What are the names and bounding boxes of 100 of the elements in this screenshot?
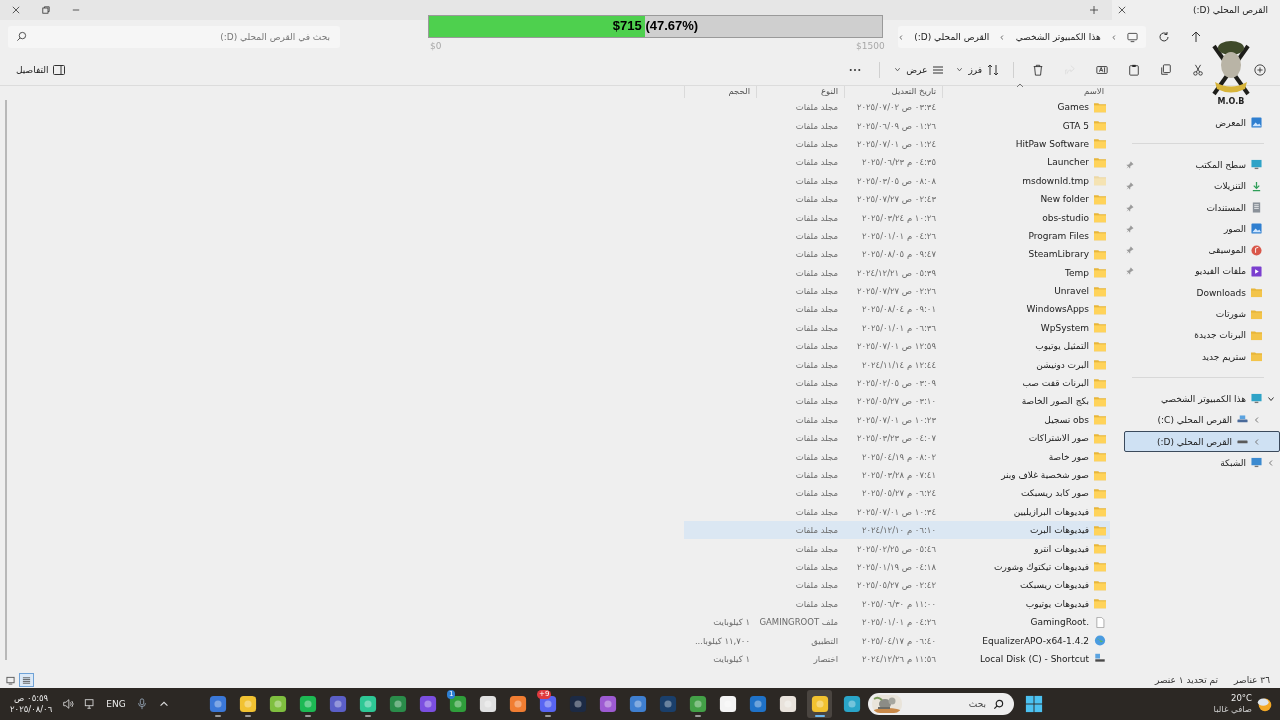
date-cell: ٠٣:١٠ ص ٢٠٢٥/٠٥/٢٧ bbox=[856, 396, 936, 407]
folder-icon bbox=[1094, 175, 1106, 187]
app-logo-icon bbox=[598, 695, 617, 713]
sidebar-item[interactable]: شورتات bbox=[1118, 303, 1280, 325]
column-header[interactable]: الاسم bbox=[942, 86, 1110, 98]
date-cell: ١١:٥٦ م ٢٠٢٤/١٢/٢٦ bbox=[861, 653, 936, 664]
language-indicator[interactable]: ENG bbox=[106, 699, 126, 709]
details-button[interactable]: التفاصيل bbox=[10, 56, 72, 83]
new-tab-icon[interactable] bbox=[1090, 6, 1098, 14]
monitor-icon bbox=[1251, 393, 1262, 405]
date-cell: ٠٣:٠٩ ص ٢٠٢٥/٠٢/٠٥ bbox=[856, 378, 936, 389]
details-view-button[interactable] bbox=[20, 674, 33, 686]
date: ٢٠٢٥/٠٨/٠٦ bbox=[10, 704, 53, 715]
file-row[interactable]: فيديوهات تيكتوك وشورت ٠٤:١٨ ص ٢٠٢٥/٠١/١٩ مجلد ملفات bbox=[684, 557, 1110, 577]
microphone-icon[interactable] bbox=[135, 698, 148, 710]
address-bar[interactable]: هذا الكمبيوتر الشخصي القرص المحلي (D:) bbox=[898, 26, 1146, 48]
app-logo-icon bbox=[268, 695, 287, 713]
folder-icon bbox=[1094, 101, 1106, 113]
tree-item[interactable]: الشبكة bbox=[1124, 452, 1280, 474]
window-tab[interactable]: القرص المحلي (D:) bbox=[1112, 0, 1280, 20]
app-logo-icon bbox=[842, 695, 861, 713]
temperature: 20°C bbox=[1230, 693, 1252, 704]
start-icon bbox=[1025, 695, 1043, 713]
breadcrumb[interactable]: هذا الكمبيوتر الشخصي bbox=[1015, 32, 1101, 42]
search-field[interactable]: بحث في القرص المحلي (D:) bbox=[8, 26, 340, 48]
sidebar-item[interactable]: التنزيلات bbox=[1118, 175, 1280, 197]
file-name: Program Files bbox=[1028, 230, 1089, 241]
sort-button[interactable]: فرز bbox=[950, 56, 1005, 83]
sidebar-item[interactable]: المستندات bbox=[1118, 196, 1280, 219]
sidebar-item[interactable]: ملفات الفيديو bbox=[1118, 260, 1280, 283]
file-name: فيديوهات البرت bbox=[1029, 525, 1089, 536]
file-row[interactable]: فيديوهات يوتيوب ١١:٠٠ م ٢٠٢٥/٠٦/٣٠ مجلد ملفات bbox=[684, 594, 1110, 613]
sort-caret-icon bbox=[1016, 83, 1024, 88]
sidebar-item[interactable]: سطح المكتب bbox=[1118, 154, 1280, 176]
sidebar-item[interactable]: المعرض bbox=[1118, 112, 1280, 134]
folder-icon bbox=[1094, 506, 1106, 518]
app-logo-icon bbox=[508, 695, 527, 713]
details-pane-icon bbox=[53, 63, 66, 76]
sidebar-item[interactable]: الموسيقى bbox=[1118, 239, 1280, 261]
type-cell: مجلد ملفات bbox=[795, 157, 838, 168]
file-row[interactable]: بكج الصور الخاصة ٠٣:١٠ ص ٢٠٢٥/٠٥/٢٧ مجلد ملفات bbox=[684, 392, 1110, 411]
view-button[interactable]: عرض bbox=[888, 56, 951, 83]
scrollbar[interactable] bbox=[5, 100, 7, 660]
file-row[interactable]: البرنات قفت صب ٠٣:٠٩ ص ٢٠٢٥/٠٢/٠٥ مجلد ملفات bbox=[684, 373, 1110, 393]
sidebar-item[interactable]: البرنات جديدة bbox=[1118, 324, 1280, 346]
chevron-icon[interactable] bbox=[1267, 394, 1275, 403]
tree-item[interactable]: القرص المحلي (C:) bbox=[1124, 409, 1280, 431]
file-name: obs-studio bbox=[1042, 212, 1089, 223]
column-header[interactable]: تاريخ التعديل bbox=[844, 86, 942, 98]
file-row[interactable]: فيديوهات انترو ٠٥:٤٦ ص ٢٠٢٥/٠٢/٢٥ مجلد ملفات bbox=[684, 539, 1110, 558]
file-name: WindowsApps bbox=[1026, 304, 1089, 315]
column-header[interactable]: النوع bbox=[756, 86, 844, 98]
tiles-view-button[interactable] bbox=[4, 674, 17, 686]
picture-icon bbox=[1251, 223, 1262, 235]
date-cell: ١٢:٥٩ ص ٢٠٢٥/٠٧/٠١ bbox=[856, 341, 936, 352]
restore-icon[interactable] bbox=[42, 6, 50, 14]
date-cell: ١٠:٣٤ ص ٢٠٢٥/٠٧/٠١ bbox=[856, 506, 936, 517]
file-row[interactable]: فيديوهات البرازيليين ١٠:٣٤ ص ٢٠٢٥/٠٧/٠١ مجلد ملفات bbox=[684, 502, 1110, 521]
app-logo-icon bbox=[298, 695, 317, 713]
file-row[interactable]: فيديوهات ريسبكت ٠٢:٤٢ ص ٢٠٢٥/٠٥/٢٧ مجلد ملفات bbox=[684, 576, 1110, 595]
drive-shortcut-icon bbox=[1094, 653, 1106, 665]
clock[interactable]: ٠٥:٥٩ ص ٢٠٢٥/٠٨/٠٦ bbox=[10, 693, 53, 715]
close-icon[interactable] bbox=[1118, 6, 1126, 14]
file-row[interactable]: صور خاصة ٠٨:٠٢ م ٢٠٢٥/٠٤/١٩ مجلد ملفات bbox=[684, 447, 1110, 466]
tree-item[interactable]: هذا الكمبيوتر الشخصي bbox=[1124, 388, 1280, 410]
sidebar-item[interactable]: الصور bbox=[1118, 218, 1280, 240]
size-cell: ١ كيلوبايت bbox=[713, 617, 750, 628]
folder-icon bbox=[1094, 138, 1106, 150]
folder-icon bbox=[1094, 487, 1106, 499]
tree-item[interactable]: القرص المحلي (D:) bbox=[1124, 430, 1280, 453]
breadcrumb[interactable]: القرص المحلي (D:) bbox=[914, 32, 990, 42]
caret-icon bbox=[894, 66, 902, 73]
file-name: GTA 5 bbox=[1062, 120, 1089, 131]
app-icon[interactable] bbox=[807, 690, 832, 718]
file-row[interactable]: obs تسجيل ١٠:٢٣ ص ٢٠٢٥/٠٧/٠١ مجلد ملفات bbox=[684, 410, 1110, 430]
file-name: صور خاصة bbox=[1048, 451, 1089, 462]
file-row[interactable]: صور شخصية غلاف وبنر ٠٧:٤١ م ٢٠٢٥/٠٣/٢٨ مجلد ملفات bbox=[684, 465, 1110, 485]
type-cell: مجلد ملفات bbox=[795, 322, 838, 333]
close-icon[interactable] bbox=[12, 6, 20, 14]
file-row[interactable]: التمثيل يوتيوب ١٢:٥٩ ص ٢٠٢٥/٠٧/٠١ مجلد ملفات bbox=[684, 337, 1110, 356]
network-icon[interactable] bbox=[84, 698, 97, 710]
date-cell: ٠٨:٠٨ ص ٢٠٢٥/٠٣/٠٥ bbox=[856, 175, 936, 186]
weather-condition: صافي غالبا bbox=[1213, 704, 1252, 715]
search-icon bbox=[16, 31, 27, 42]
file-row[interactable]: صور الاشتراكات ٠٤:٠٧ ص ٢٠٢٥/٠٣/٢٣ مجلد ملفات bbox=[684, 429, 1110, 448]
date-cell: ٠٥:٤٦ ص ٢٠٢٥/٠٢/٢٥ bbox=[856, 543, 936, 554]
file-row[interactable]: البرت دونيشن ١٢:٤٤ م ٢٠٢٤/١١/١٤ مجلد ملفات bbox=[684, 355, 1110, 374]
type-cell: التطبيق bbox=[811, 635, 838, 646]
sidebar-item[interactable]: ستريم جديد bbox=[1118, 345, 1280, 368]
type-cell: مجلد ملفات bbox=[795, 194, 838, 205]
file-row[interactable]: صور كابد ريسبكت ٠٦:٢٤ م ٢٠٢٥/٠٥/٢٧ مجلد ملفات bbox=[684, 484, 1110, 503]
volume-icon[interactable] bbox=[62, 698, 75, 710]
type-cell: مجلد ملفات bbox=[795, 230, 838, 241]
date-cell: ٠٦:٤٠ م ٢٠٢٥/٠٤/١٧ bbox=[861, 635, 936, 646]
file-name: WpSystem bbox=[1040, 322, 1089, 333]
file-row[interactable]: فيديوهات البرت ٠٦:١٠ م ٢٠٢٤/١٢/١٠ مجلد ملفات bbox=[684, 521, 1110, 540]
file-name: فيديوهات ريسبكت bbox=[1019, 580, 1089, 591]
sidebar-item[interactable]: Downloads bbox=[1118, 282, 1280, 304]
type-cell: مجلد ملفات bbox=[795, 396, 838, 407]
column-header[interactable]: الحجم bbox=[684, 86, 756, 98]
